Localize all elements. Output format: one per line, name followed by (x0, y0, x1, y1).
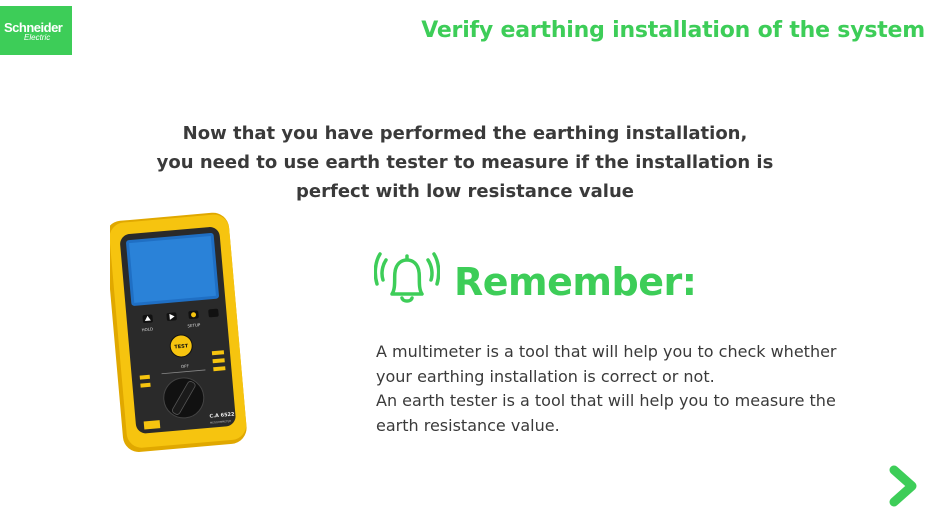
intro-text: Now that you have performed the earthing… (150, 119, 780, 206)
remember-line: A multimeter is a tool that will help yo… (376, 342, 837, 361)
intro-line: perfect with low resistance value (296, 181, 634, 202)
earth-tester-image: HOLD SETUP TEST OFF C.A 6522 MEGOHMMETER (110, 212, 247, 452)
logo-brand-subtext: Electric (24, 33, 51, 42)
remember-body-text: A multimeter is a tool that will help yo… (376, 340, 876, 438)
chevron-right-icon (889, 465, 917, 507)
schneider-electric-logo: Schneider Electric (0, 6, 72, 55)
off-label: OFF (181, 363, 190, 369)
remember-heading: Remember: (454, 260, 697, 304)
page-title: Verify earthing installation of the syst… (421, 18, 925, 43)
remember-line: An earth tester is a tool that will help… (376, 391, 836, 410)
test-label: TEST (174, 343, 189, 350)
remember-line: your earthing installation is correct or… (376, 366, 715, 386)
hold-label: HOLD (141, 326, 153, 332)
intro-line: Now that you have performed the earthing… (182, 123, 748, 144)
intro-line: you need to use earth tester to measure … (156, 152, 774, 173)
bell-ring-icon (374, 252, 440, 303)
next-button[interactable] (886, 464, 920, 508)
remember-line: earth resistance value. (376, 415, 560, 435)
